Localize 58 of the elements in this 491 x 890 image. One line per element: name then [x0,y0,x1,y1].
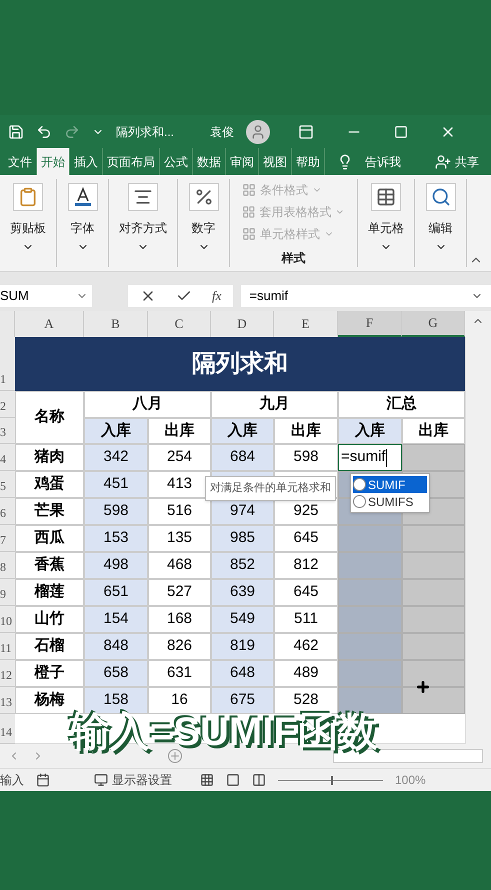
header-cell: 汇总 [338,391,465,418]
table-cell: 451 [84,471,148,498]
table-cell: 658 [84,660,148,687]
table-cell: 西瓜 [15,525,84,552]
table-cell: 645 [274,579,338,606]
header-cell: 入库 [338,418,402,444]
table-cell: 254 [148,444,211,471]
header-cell: 出库 [148,418,211,444]
table-cell: 631 [148,660,211,687]
table-cell: 848 [84,633,148,660]
table-cell: 猪肉 [15,444,84,471]
header-cell: 九月 [211,391,338,418]
table-cell: 498 [84,552,148,579]
header-cell: 八月 [84,391,211,418]
table-cell: 154 [84,606,148,633]
table-cell: 819 [211,633,274,660]
table-cell: 826 [148,633,211,660]
table-cell: 651 [84,579,148,606]
table-cell: 489 [274,660,338,687]
table-cell: 675 [211,687,274,714]
table-cell: 645 [274,525,338,552]
mode-indicator: 输入 [0,772,24,789]
group-label: 样式 [280,250,306,267]
table-cell: 527 [148,579,211,606]
table-cell: 16 [148,687,211,714]
table-cell: 榴莲 [15,579,84,606]
header-cell: 入库 [84,418,148,444]
table-cell: 598 [274,444,338,471]
header-cell: 出库 [402,418,465,444]
function-tooltip: 对满足条件的单元格求和 [205,476,336,500]
table-cell: 135 [148,525,211,552]
table-cell: 985 [211,525,274,552]
table-cell: 516 [148,498,211,525]
table-cell: 153 [84,525,148,552]
table-cell: 549 [211,606,274,633]
table-cell: 168 [148,606,211,633]
table-cell: 684 [211,444,274,471]
table-cell: 石榴 [15,633,84,660]
header-cell: 出库 [274,418,338,444]
table-cell: 342 [84,444,148,471]
table-cell: 香蕉 [15,552,84,579]
table-cell: 鸡蛋 [15,471,84,498]
table-cell: 812 [274,552,338,579]
header-cell: 入库 [211,418,274,444]
table-cell: 山竹 [15,606,84,633]
user-name: 袁俊 [210,124,234,140]
table-cell: 648 [211,660,274,687]
sheet-title: 隔列求和 [15,337,465,391]
table-cell: 639 [211,579,274,606]
table-cell: 468 [148,552,211,579]
table-cell: 芒果 [15,498,84,525]
table-cell: 橙子 [15,660,84,687]
table-cell: 852 [211,552,274,579]
table-cell: 598 [84,498,148,525]
table-cell: 511 [274,606,338,633]
document-title: 隔列求和... [116,124,174,140]
table-cell: 462 [274,633,338,660]
header-cell: 名称 [15,391,84,444]
